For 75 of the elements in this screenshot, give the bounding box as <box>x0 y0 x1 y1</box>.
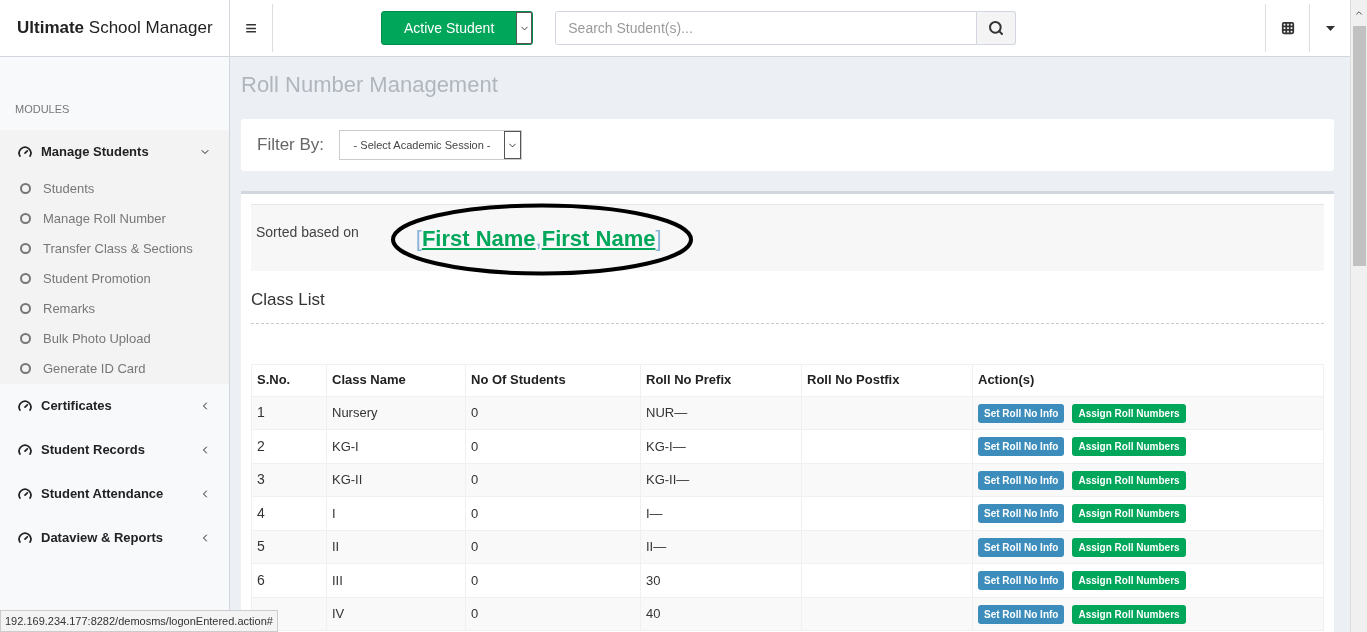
sidebar-item[interactable]: Dataview & Reports <box>0 515 229 560</box>
chevron-icon <box>516 12 533 44</box>
table-cell: NUR— <box>646 405 688 420</box>
sidebar-item[interactable]: Student Attendance <box>0 471 229 516</box>
sidebar-item[interactable]: Manage Students <box>0 129 229 174</box>
set-roll-info-button[interactable]: Set Roll No Info <box>978 571 1065 591</box>
table-cell: 5 <box>257 538 265 555</box>
set-roll-info-button[interactable]: Set Roll No Info <box>978 604 1065 624</box>
table-cell: III <box>332 572 343 588</box>
session-select[interactable]: - Select Academic Session - <box>339 130 523 160</box>
table-cell: 2 <box>257 437 265 454</box>
set-roll-info-button[interactable]: Set Roll No Info <box>978 504 1065 524</box>
search-field[interactable]: Search Student(s)... <box>555 11 978 45</box>
table-cell: 4 <box>257 504 265 521</box>
section-label: MODULES <box>14 102 71 117</box>
dashboard-icon <box>18 442 32 457</box>
table-cell: 0 <box>471 606 479 621</box>
scroll-up-icon <box>1354 8 1364 18</box>
table-cell: 0 <box>471 572 479 588</box>
table-cell: KG-II— <box>646 472 690 487</box>
set-roll-info-button[interactable]: Set Roll No Info <box>978 403 1065 423</box>
submenu-item[interactable]: Bulk Photo Upload <box>0 323 229 354</box>
filter-label: Filter By: <box>257 134 325 157</box>
table-cell: 3 <box>257 471 265 488</box>
search-icon <box>988 20 1005 36</box>
table-cell: 0 <box>471 472 479 487</box>
table-cell: 0 <box>471 505 479 521</box>
page-title: Roll Number Management <box>241 71 499 99</box>
assign-roll-numbers-button[interactable]: Assign Roll Numbers <box>1072 537 1186 557</box>
assign-roll-numbers-button[interactable]: Assign Roll Numbers <box>1072 604 1186 624</box>
table-cell: 1 <box>257 404 265 421</box>
table-cell: Nursery <box>332 405 378 420</box>
set-roll-info-button[interactable]: Set Roll No Info <box>978 437 1065 457</box>
table-cell: I <box>332 505 336 521</box>
scrollbar[interactable] <box>1350 0 1367 632</box>
menu-toggle[interactable]: ≡ <box>230 4 273 52</box>
assign-roll-numbers-button[interactable]: Assign Roll Numbers <box>1072 437 1186 457</box>
table-cell: II— <box>646 539 667 554</box>
table-cell: 30 <box>646 572 661 588</box>
submenu-item[interactable]: Transfer Class & Sections <box>0 233 229 264</box>
submenu-item[interactable]: Student Promotion <box>0 263 229 294</box>
assign-roll-numbers-button[interactable]: Assign Roll Numbers <box>1072 571 1186 591</box>
assign-roll-numbers-button[interactable]: Assign Roll Numbers <box>1072 470 1186 490</box>
brand-title: Ultimate School Manager <box>17 17 213 40</box>
dashboard-icon <box>18 486 32 501</box>
status-url: 192.169.234.177:8282/demosms/logonEntered.action# <box>0 609 278 632</box>
assign-roll-numbers-button[interactable]: Assign Roll Numbers <box>1072 504 1186 524</box>
submenu-item[interactable]: Manage Roll Number <box>0 203 229 234</box>
table-cell: KG-II <box>332 472 363 487</box>
table-cell: 0 <box>471 438 479 454</box>
assign-roll-numbers-button[interactable]: Assign Roll Numbers <box>1072 403 1186 423</box>
dashboard-icon <box>18 144 32 159</box>
table-cell: 0 <box>471 539 479 554</box>
table-cell: 0 <box>471 405 479 420</box>
sidebar-item[interactable]: Certificates <box>0 383 229 428</box>
table-cell: 6 <box>257 571 265 588</box>
table-cell: KG-I <box>332 438 359 454</box>
active-student-button[interactable]: Active Student <box>381 11 534 45</box>
dashboard-icon <box>18 398 32 413</box>
set-roll-info-button[interactable]: Set Roll No Info <box>978 470 1065 490</box>
table-cell: II <box>332 539 340 554</box>
submenu-item[interactable]: Students <box>0 173 229 204</box>
table-cell: 40 <box>646 606 661 621</box>
chevron-icon <box>504 131 522 159</box>
submenu-item[interactable]: Remarks <box>0 293 229 324</box>
class-list-title: Class List <box>251 287 1324 324</box>
sidebar-item[interactable]: Student Records <box>0 427 229 472</box>
submenu-item[interactable]: Generate ID Card <box>0 353 229 384</box>
table-cell: IV <box>332 606 345 621</box>
set-roll-info-button[interactable]: Set Roll No Info <box>978 537 1065 557</box>
dashboard-icon <box>18 530 32 545</box>
table-cell: I— <box>646 505 663 521</box>
search-button[interactable] <box>977 11 1017 45</box>
table-cell: KG-I— <box>646 438 686 454</box>
sort-label: Sorted based on <box>255 222 359 242</box>
